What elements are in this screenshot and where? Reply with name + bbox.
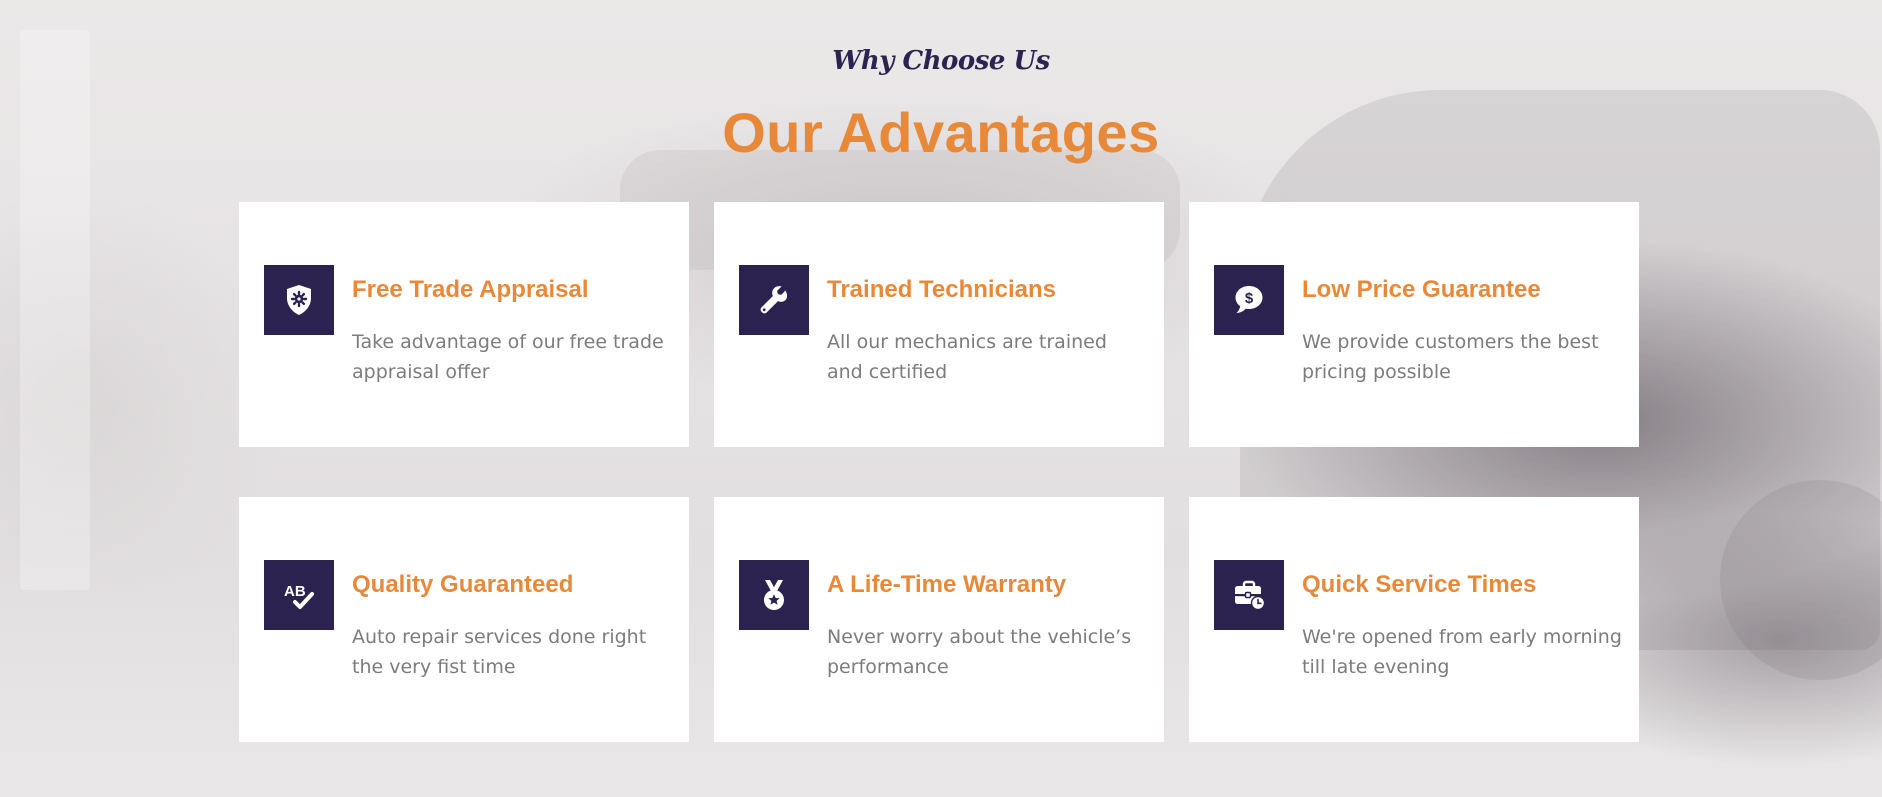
card-description: Auto repair services done right the very… [352, 626, 647, 678]
card-title: Free Trade Appraisal [352, 276, 589, 303]
card-title: A Life-Time Warranty [827, 571, 1067, 598]
card-title: Trained Technicians [827, 276, 1056, 303]
advantage-card-quick-service-times: Quick Service Times We're opened from ea… [1189, 497, 1639, 742]
card-description: Take advantage of our free trade apprais… [352, 331, 664, 383]
advantage-card-low-price-guarantee: $ Low Price Guarantee We provide custome… [1189, 202, 1639, 447]
shield-gear-icon [264, 265, 334, 335]
business-time-icon [1214, 560, 1284, 630]
advantages-section: Why Choose Us Our Advantages Free Trade … [0, 0, 1882, 797]
svg-text:$: $ [1245, 290, 1254, 307]
spellcheck-icon: AB [264, 560, 334, 630]
card-description: We provide customers the best pricing po… [1302, 331, 1599, 383]
card-title: Quality Guaranteed [352, 571, 574, 598]
advantage-card-life-time-warranty: A Life-Time Warranty Never worry about t… [714, 497, 1164, 742]
section-heading: Our Advantages [722, 101, 1160, 164]
card-title: Low Price Guarantee [1302, 276, 1541, 303]
dollar-chat-icon: $ [1214, 265, 1284, 335]
svg-text:AB: AB [284, 583, 306, 600]
section-kicker: Why Choose Us [832, 46, 1050, 76]
card-title: Quick Service Times [1302, 571, 1537, 598]
card-description: Never worry about the vehicle’s performa… [827, 626, 1132, 678]
wrench-icon [739, 265, 809, 335]
medal-icon [739, 560, 809, 630]
card-description: We're opened from early morning till lat… [1302, 626, 1622, 678]
card-description: All our mechanics are trained and certif… [827, 331, 1107, 383]
advantage-card-free-trade-appraisal: Free Trade Appraisal Take advantage of o… [239, 202, 689, 447]
advantage-card-quality-guaranteed: AB Quality Guaranteed Auto repair servic… [239, 497, 689, 742]
advantage-card-trained-technicians: Trained Technicians All our mechanics ar… [714, 202, 1164, 447]
